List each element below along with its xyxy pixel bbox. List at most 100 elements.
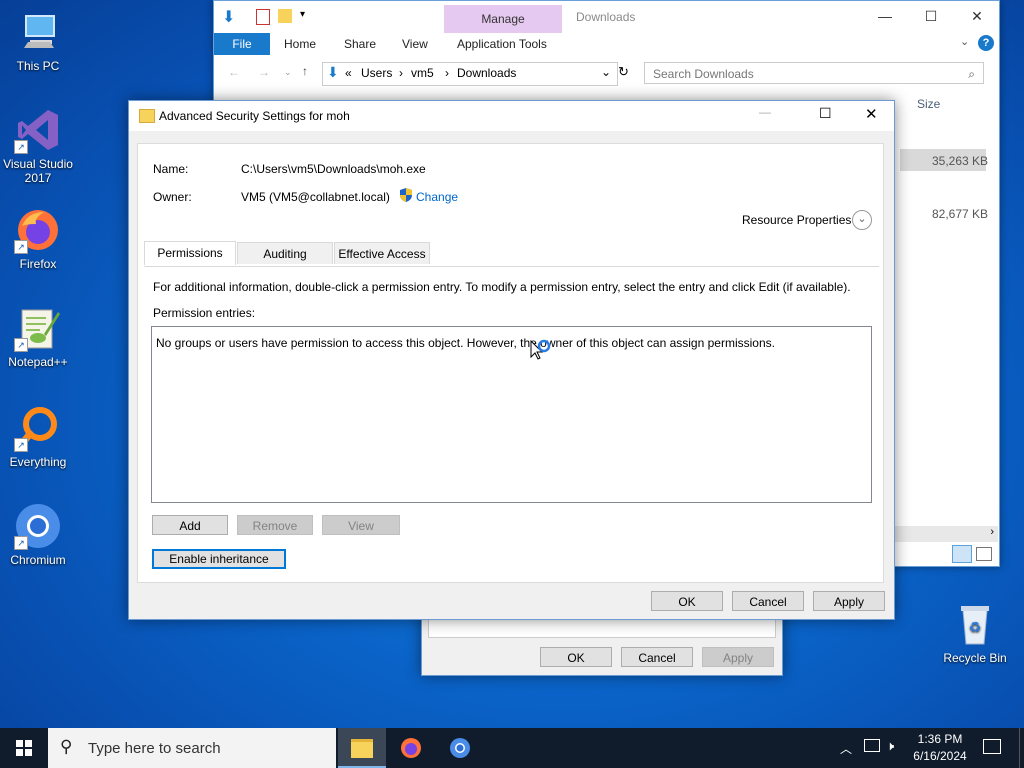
recent-locations-icon[interactable]: ⌄: [284, 67, 292, 78]
chevron-down-icon[interactable]: ⌄: [852, 210, 872, 230]
taskbar-file-explorer[interactable]: [338, 728, 386, 768]
desktop-icon-recycle-bin[interactable]: ♻ Recycle Bin: [937, 600, 1013, 665]
ok-button[interactable]: OK: [651, 591, 723, 611]
taskbar-firefox-icon[interactable]: [400, 737, 422, 762]
windows-start-icon[interactable]: [16, 740, 32, 759]
clock-date[interactable]: 6/16/2024: [906, 749, 974, 763]
dialog-content-panel: Name: C:\Users\vm5\Downloads\moh.exe Own…: [137, 143, 884, 583]
breadcrumb-vm5[interactable]: vm5: [411, 66, 434, 80]
breadcrumb-downloads[interactable]: Downloads: [457, 66, 516, 80]
properties-ok-button[interactable]: OK: [540, 647, 612, 667]
new-folder-icon[interactable]: [278, 9, 292, 23]
chromium-icon: ↗: [14, 502, 62, 550]
network-icon[interactable]: [864, 739, 880, 752]
volume-muted-icon[interactable]: 🕨: [886, 738, 894, 754]
search-icon: ⌕: [968, 67, 975, 81]
path-prefix: «: [345, 66, 352, 80]
column-header-size[interactable]: Size: [917, 97, 940, 111]
tab-effective-access[interactable]: Effective Access: [334, 242, 430, 264]
desktop-icon-visual-studio[interactable]: ↗ Visual Studio 2017: [0, 106, 76, 185]
search-downloads-input[interactable]: Search Downloads ⌕: [644, 62, 984, 84]
large-icons-view-icon[interactable]: [976, 547, 992, 561]
notepad-plus-plus-icon: ↗: [14, 304, 62, 352]
ribbon-tab-share[interactable]: Share: [344, 33, 376, 55]
scroll-right-icon[interactable]: ›: [990, 526, 994, 538]
ribbon-tab-application-tools[interactable]: Application Tools: [457, 33, 547, 55]
refresh-icon[interactable]: ↻: [618, 64, 629, 80]
up-arrow-icon[interactable]: ↑: [302, 64, 308, 78]
horizontal-scrollbar[interactable]: ›: [894, 526, 998, 542]
taskbar-search-box[interactable]: ⚲ Type here to search: [48, 728, 336, 768]
back-arrow-icon[interactable]: ←: [228, 65, 240, 79]
cancel-button[interactable]: Cancel: [732, 591, 804, 611]
add-button[interactable]: Add: [152, 515, 228, 535]
close-button[interactable]: ✕: [954, 1, 1000, 31]
change-owner-link[interactable]: Change: [416, 190, 458, 204]
desktop-icon-label: Visual Studio 2017: [3, 157, 73, 185]
address-bar-row: ← → ⌄ ↑ ⬇ « Users › vm5 › Downloads ⌄ ↻ …: [214, 61, 999, 87]
help-icon[interactable]: ?: [978, 35, 994, 51]
breadcrumb-separator-icon: ›: [445, 66, 449, 80]
dialog-title: Advanced Security Settings for moh: [159, 109, 350, 123]
resource-properties-label[interactable]: Resource Properties: [742, 213, 851, 227]
svg-text:♻: ♻: [969, 620, 982, 636]
desktop-icon-everything[interactable]: ↗ Everything: [0, 404, 76, 469]
folder-icon: [139, 109, 155, 123]
clock-time[interactable]: 1:36 PM: [910, 732, 970, 746]
address-dropdown-icon[interactable]: ⌄: [601, 65, 611, 79]
shortcut-arrow-icon: ↗: [14, 338, 28, 352]
customize-toolbar-icon[interactable]: ▾: [300, 9, 305, 20]
show-desktop-button[interactable]: [1019, 728, 1024, 768]
permission-entries-list[interactable]: No groups or users have permission to ac…: [151, 326, 872, 503]
desktop-icon-firefox[interactable]: ↗ Firefox: [0, 206, 76, 271]
show-hidden-icons-chevron-icon[interactable]: ︿: [840, 740, 852, 757]
quick-access-down-arrow-icon[interactable]: ⬇: [222, 7, 235, 27]
desktop-icon-label: Chromium: [10, 553, 66, 567]
ribbon-expand-icon[interactable]: ⌄: [960, 35, 969, 48]
apply-button[interactable]: Apply: [813, 591, 885, 611]
shortcut-arrow-icon: ↗: [14, 438, 28, 452]
taskbar-chromium-icon[interactable]: [449, 737, 471, 762]
maximize-button[interactable]: ☐: [819, 105, 832, 122]
view-button[interactable]: View: [322, 515, 400, 535]
details-view-icon[interactable]: [952, 545, 972, 563]
desktop-icon-label: Recycle Bin: [943, 651, 1007, 665]
ribbon-tab-file[interactable]: File: [214, 33, 270, 55]
desktop-icon-label: This PC: [16, 59, 60, 73]
computer-icon: [14, 8, 62, 56]
minimize-button[interactable]: —: [862, 1, 908, 31]
properties-apply-button[interactable]: Apply: [702, 647, 774, 667]
tab-auditing[interactable]: Auditing: [237, 242, 333, 264]
shortcut-arrow-icon: ↗: [14, 140, 28, 154]
remove-button[interactable]: Remove: [237, 515, 313, 535]
desktop-icon-chromium[interactable]: ↗ Chromium: [0, 502, 76, 567]
forward-arrow-icon[interactable]: →: [258, 65, 270, 79]
properties-cancel-button[interactable]: Cancel: [621, 647, 693, 667]
tab-permissions[interactable]: Permissions: [144, 241, 236, 265]
file-size-1: 35,263 KB: [932, 154, 989, 168]
tab-strip: Permissions Auditing Effective Access: [144, 241, 879, 267]
address-box[interactable]: ⬇ « Users › vm5 › Downloads ⌄: [322, 62, 618, 86]
breadcrumb-users[interactable]: Users: [361, 66, 392, 80]
ribbon-tabs: File Home Share View Application Tools ⌄…: [214, 33, 999, 55]
desktop-icon-label: Firefox: [19, 257, 57, 271]
name-value: C:\Users\vm5\Downloads\moh.exe: [241, 162, 426, 176]
maximize-button[interactable]: ☐: [908, 1, 954, 31]
desktop-icon-notepad-plus-plus[interactable]: ↗ Notepad++: [0, 304, 76, 369]
desktop-icon-this-pc[interactable]: This PC: [0, 8, 76, 73]
owner-value: VM5 (VM5@collabnet.local): [241, 190, 390, 204]
properties-icon[interactable]: [256, 9, 270, 25]
ribbon-tab-home[interactable]: Home: [284, 33, 316, 55]
enable-inheritance-button[interactable]: Enable inheritance: [152, 549, 286, 569]
minimize-button[interactable]: —: [759, 105, 771, 119]
close-button[interactable]: ✕: [865, 105, 878, 123]
advanced-security-settings-dialog[interactable]: Advanced Security Settings for moh — ☐ ✕…: [128, 100, 895, 620]
visual-studio-icon: ↗: [14, 106, 62, 154]
ribbon-tab-view[interactable]: View: [402, 33, 428, 55]
shortcut-arrow-icon: ↗: [14, 536, 28, 550]
notification-center-icon[interactable]: [983, 739, 1001, 754]
dialog-titlebar: Advanced Security Settings for moh — ☐ ✕: [129, 101, 894, 131]
recycle-bin-icon: ♻: [951, 600, 999, 648]
explorer-titlebar: ⬇ ▾ Downloads — ☐ ✕: [214, 1, 999, 33]
explorer-title: Downloads: [576, 10, 636, 24]
